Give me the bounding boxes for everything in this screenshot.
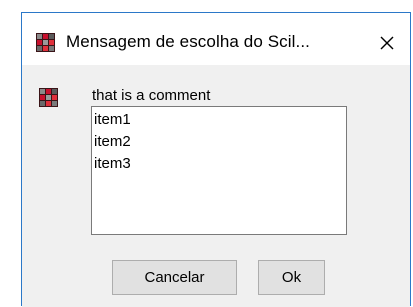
scilab-icon bbox=[39, 88, 58, 107]
scilab-icon bbox=[36, 33, 55, 52]
cancel-button[interactable]: Cancelar bbox=[112, 260, 237, 295]
list-item[interactable]: item1 bbox=[93, 109, 346, 131]
message-label: that is a comment bbox=[92, 87, 211, 104]
ok-button[interactable]: Ok bbox=[258, 260, 325, 295]
list-item[interactable]: item2 bbox=[93, 131, 346, 153]
dialog-window: Mensagem de escolha do Scil... that is a… bbox=[21, 12, 411, 307]
window-title: Mensagem de escolha do Scil... bbox=[66, 32, 310, 51]
close-button[interactable] bbox=[364, 23, 410, 63]
list-item[interactable]: item3 bbox=[93, 153, 346, 175]
close-icon bbox=[379, 35, 395, 51]
title-bar[interactable]: Mensagem de escolha do Scil... bbox=[22, 13, 410, 65]
choice-listbox[interactable]: item1 item2 item3 bbox=[91, 106, 347, 235]
dialog-content: that is a comment item1 item2 item3 Canc… bbox=[22, 65, 410, 307]
